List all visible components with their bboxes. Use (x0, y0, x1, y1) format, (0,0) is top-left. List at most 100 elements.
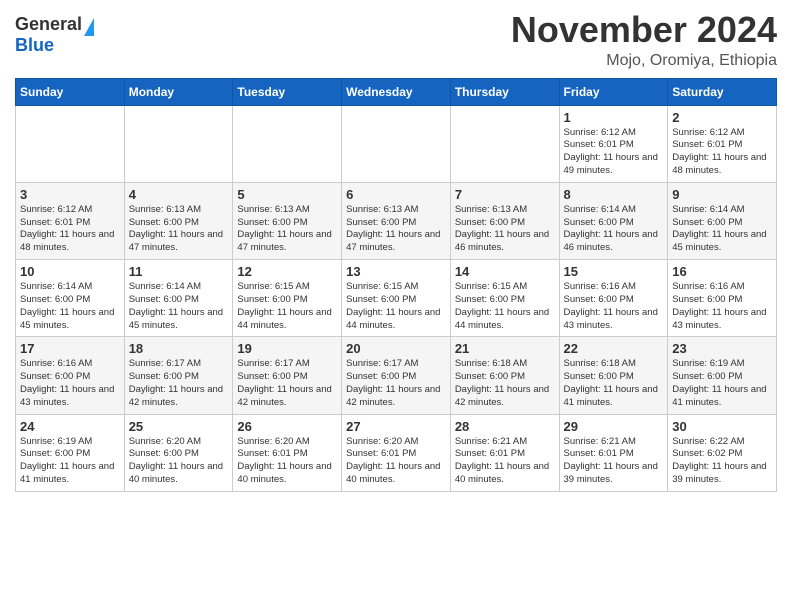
calendar-day-cell: 26Sunrise: 6:20 AMSunset: 6:01 PMDayligh… (233, 414, 342, 491)
day-info: Sunrise: 6:17 AMSunset: 6:00 PMDaylight:… (129, 358, 229, 409)
day-number: 29 (564, 419, 664, 434)
calendar-day-cell (342, 105, 451, 182)
calendar-day-cell: 25 Sunrise: 6:20 AMSunset: 6:00 PMDayligh… (124, 414, 233, 491)
calendar-day-cell (450, 105, 559, 182)
day-number: 3 (20, 187, 120, 202)
day-number: 23 (672, 341, 772, 356)
calendar-day-cell: 7 Sunrise: 6:13 AMSunset: 6:00 PMDaylight… (450, 182, 559, 259)
calendar-day-cell: 11Sunrise: 6:14 AMSunset: 6:00 PMDayligh… (124, 260, 233, 337)
day-info: Sunrise: 6:13 AMSunset: 6:00 PMDaylight:… (129, 204, 229, 255)
day-info: Sunrise: 6:20 AMSunset: 6:00 PMDaylight:… (129, 436, 229, 487)
calendar-day-cell: 30 Sunrise: 6:22 AMSunset: 6:02 PMDayligh… (668, 414, 777, 491)
weekday-header: Saturday (668, 78, 777, 105)
calendar-day-cell: 9 Sunrise: 6:14 AMSunset: 6:00 PMDaylight… (668, 182, 777, 259)
weekday-header: Sunday (16, 78, 125, 105)
day-info: Sunrise: 6:19 AMSunset: 6:00 PMDaylight:… (672, 358, 772, 409)
day-info: Sunrise: 6:16 AMSunset: 6:00 PMDaylight:… (564, 281, 664, 332)
day-number: 28 (455, 419, 555, 434)
calendar-day-cell: 28 Sunrise: 6:21 AMSunset: 6:01 PMDayligh… (450, 414, 559, 491)
calendar-day-cell: 20 Sunrise: 6:17 AMSunset: 6:00 PMDayligh… (342, 337, 451, 414)
day-info: Sunrise: 6:12 AMSunset: 6:01 PMDaylight:… (672, 127, 772, 178)
month-title: November 2024 (511, 10, 777, 50)
calendar-day-cell: 3Sunrise: 6:12 AMSunset: 6:01 PMDaylight… (16, 182, 125, 259)
day-info: Sunrise: 6:14 AMSunset: 6:00 PMDaylight:… (564, 204, 664, 255)
calendar-day-cell: 14 Sunrise: 6:15 AMSunset: 6:00 PMDayligh… (450, 260, 559, 337)
calendar-day-cell: 21 Sunrise: 6:18 AMSunset: 6:00 PMDayligh… (450, 337, 559, 414)
day-number: 20 (346, 341, 446, 356)
weekday-header: Monday (124, 78, 233, 105)
day-number: 6 (346, 187, 446, 202)
day-number: 27 (346, 419, 446, 434)
calendar-day-cell: 29 Sunrise: 6:21 AMSunset: 6:01 PMDayligh… (559, 414, 668, 491)
calendar-day-cell: 13 Sunrise: 6:15 AMSunset: 6:00 PMDayligh… (342, 260, 451, 337)
day-number: 4 (129, 187, 229, 202)
calendar-table: SundayMondayTuesdayWednesdayThursdayFrid… (15, 78, 777, 492)
day-info: Sunrise: 6:13 AMSunset: 6:00 PMDaylight:… (455, 204, 555, 255)
calendar-day-cell: 1 Sunrise: 6:12 AMSunset: 6:01 PMDaylight… (559, 105, 668, 182)
day-number: 9 (672, 187, 772, 202)
location-title: Mojo, Oromiya, Ethiopia (511, 52, 777, 70)
calendar-day-cell: 12 Sunrise: 6:15 AMSunset: 6:00 PMDayligh… (233, 260, 342, 337)
day-info: Sunrise: 6:14 AMSunset: 6:00 PMDaylight:… (129, 281, 229, 332)
day-number: 24 (20, 419, 120, 434)
day-info: Sunrise: 6:18 AMSunset: 6:00 PMDaylight:… (455, 358, 555, 409)
calendar-page: General Blue November 2024 Mojo, Oromiya… (0, 0, 792, 507)
day-info: Sunrise: 6:21 AMSunset: 6:01 PMDaylight:… (564, 436, 664, 487)
calendar-day-cell: 24 Sunrise: 6:19 AMSunset: 6:00 PMDayligh… (16, 414, 125, 491)
day-info: Sunrise: 6:17 AMSunset: 6:00 PMDaylight:… (237, 358, 337, 409)
day-info: Sunrise: 6:17 AMSunset: 6:00 PMDaylight:… (346, 358, 446, 409)
title-block: November 2024 Mojo, Oromiya, Ethiopia (511, 10, 777, 70)
day-number: 7 (455, 187, 555, 202)
day-number: 30 (672, 419, 772, 434)
calendar-day-cell: 18 Sunrise: 6:17 AMSunset: 6:00 PMDayligh… (124, 337, 233, 414)
calendar-week-row: 3Sunrise: 6:12 AMSunset: 6:01 PMDaylight… (16, 182, 777, 259)
day-info: Sunrise: 6:16 AMSunset: 6:00 PMDaylight:… (20, 358, 120, 409)
logo: General Blue (15, 10, 94, 56)
day-info: Sunrise: 6:21 AMSunset: 6:01 PMDaylight:… (455, 436, 555, 487)
calendar-day-cell: 5Sunrise: 6:13 AMSunset: 6:00 PMDaylight… (233, 182, 342, 259)
calendar-day-cell: 23 Sunrise: 6:19 AMSunset: 6:00 PMDayligh… (668, 337, 777, 414)
calendar-week-row: 17Sunrise: 6:16 AMSunset: 6:00 PMDayligh… (16, 337, 777, 414)
day-number: 13 (346, 264, 446, 279)
calendar-week-row: 24 Sunrise: 6:19 AMSunset: 6:00 PMDayligh… (16, 414, 777, 491)
calendar-day-cell (233, 105, 342, 182)
day-number: 1 (564, 110, 664, 125)
calendar-week-row: 10Sunrise: 6:14 AMSunset: 6:00 PMDayligh… (16, 260, 777, 337)
day-number: 21 (455, 341, 555, 356)
weekday-header-row: SundayMondayTuesdayWednesdayThursdayFrid… (16, 78, 777, 105)
day-number: 15 (564, 264, 664, 279)
logo-icon (84, 18, 94, 36)
logo-blue-text: Blue (15, 35, 54, 56)
day-number: 8 (564, 187, 664, 202)
calendar-day-cell: 15 Sunrise: 6:16 AMSunset: 6:00 PMDayligh… (559, 260, 668, 337)
calendar-day-cell: 17Sunrise: 6:16 AMSunset: 6:00 PMDayligh… (16, 337, 125, 414)
day-info: Sunrise: 6:22 AMSunset: 6:02 PMDaylight:… (672, 436, 772, 487)
calendar-week-row: 1 Sunrise: 6:12 AMSunset: 6:01 PMDaylight… (16, 105, 777, 182)
weekday-header: Tuesday (233, 78, 342, 105)
logo-general-text: General (15, 14, 82, 35)
day-info: Sunrise: 6:18 AMSunset: 6:00 PMDaylight:… (564, 358, 664, 409)
day-info: Sunrise: 6:15 AMSunset: 6:00 PMDaylight:… (455, 281, 555, 332)
day-number: 14 (455, 264, 555, 279)
calendar-day-cell (16, 105, 125, 182)
day-number: 25 (129, 419, 229, 434)
calendar-day-cell: 2 Sunrise: 6:12 AMSunset: 6:01 PMDaylight… (668, 105, 777, 182)
day-number: 16 (672, 264, 772, 279)
day-info: Sunrise: 6:14 AMSunset: 6:00 PMDaylight:… (672, 204, 772, 255)
day-number: 12 (237, 264, 337, 279)
day-number: 2 (672, 110, 772, 125)
day-info: Sunrise: 6:15 AMSunset: 6:00 PMDaylight:… (346, 281, 446, 332)
weekday-header: Thursday (450, 78, 559, 105)
day-info: Sunrise: 6:14 AMSunset: 6:00 PMDaylight:… (20, 281, 120, 332)
calendar-day-cell: 22Sunrise: 6:18 AMSunset: 6:00 PMDayligh… (559, 337, 668, 414)
day-info: Sunrise: 6:19 AMSunset: 6:00 PMDaylight:… (20, 436, 120, 487)
calendar-day-cell: 6Sunrise: 6:13 AMSunset: 6:00 PMDaylight… (342, 182, 451, 259)
day-info: Sunrise: 6:20 AMSunset: 6:01 PMDaylight:… (346, 436, 446, 487)
day-info: Sunrise: 6:13 AMSunset: 6:00 PMDaylight:… (237, 204, 337, 255)
calendar-day-cell: 19Sunrise: 6:17 AMSunset: 6:00 PMDayligh… (233, 337, 342, 414)
day-info: Sunrise: 6:15 AMSunset: 6:00 PMDaylight:… (237, 281, 337, 332)
day-number: 18 (129, 341, 229, 356)
calendar-day-cell: 27 Sunrise: 6:20 AMSunset: 6:01 PMDayligh… (342, 414, 451, 491)
header: General Blue November 2024 Mojo, Oromiya… (15, 10, 777, 70)
day-info: Sunrise: 6:12 AMSunset: 6:01 PMDaylight:… (564, 127, 664, 178)
